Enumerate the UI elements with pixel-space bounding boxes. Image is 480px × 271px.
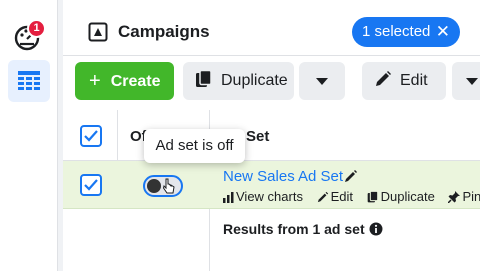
bar-chart-icon [223,192,234,203]
pencil-icon [376,71,391,86]
adset-name-link[interactable]: New Sales Ad Set [223,168,343,185]
edit-action[interactable]: Edit [317,189,353,204]
checkmark-icon [84,179,98,191]
checkmark-icon [84,130,98,142]
title-bar: Campaigns 1 selected ✕ [63,0,480,56]
notification-badge: 1 [27,19,46,38]
view-charts-label: View charts [236,189,303,204]
edit-button[interactable]: Edit [362,62,446,100]
edit-label: Edit [400,72,428,89]
create-button[interactable]: + Create [75,62,174,100]
toggle-knob [147,179,161,193]
column-header-ad-set[interactable]: Set [246,128,269,145]
selection-pill[interactable]: 1 selected ✕ [352,17,460,47]
campaign-folder-icon [88,22,108,42]
status-tooltip: Ad set is off [144,129,245,163]
duplicate-icon [367,190,378,203]
duplicate-icon [196,69,212,87]
duplicate-label: Duplicate [221,72,288,89]
selection-count-label: 1 selected [362,23,431,40]
select-all-checkbox[interactable] [80,125,102,147]
plus-icon: + [89,70,101,92]
create-label: Create [110,73,161,90]
adset-table: Of Set New Sales Ad Set View charts Edit… [63,110,480,271]
info-icon[interactable] [369,222,383,236]
hand-cursor-icon [163,178,175,194]
pin-action[interactable]: Pin [447,189,480,204]
rename-pencil-icon[interactable] [344,169,358,183]
results-summary-row: Results from 1 ad set [63,210,480,250]
edit-dropdown-button[interactable] [452,62,480,100]
duplicate-action-label: Duplicate [380,189,435,204]
chevron-down-icon [466,78,478,85]
duplicate-dropdown-button[interactable] [299,62,345,100]
pencil-icon [317,191,328,203]
main-panel: Campaigns 1 selected ✕ + Create Duplicate… [63,0,480,271]
page-title: Campaigns [118,22,210,41]
duplicate-button[interactable]: Duplicate [183,62,294,100]
toolbar: + Create Duplicate Edit [63,56,480,110]
table-header-row: Of Set [63,110,480,161]
row-checkbox[interactable] [80,174,102,196]
chevron-down-icon [316,78,328,85]
clear-selection-icon[interactable]: ✕ [436,17,450,47]
duplicate-action[interactable]: Duplicate [367,189,435,204]
table-icon [18,71,40,90]
pin-icon [447,191,461,204]
sidebar-item-ads-manager[interactable] [8,60,50,102]
pin-action-label: Pin [462,189,480,204]
edit-action-label: Edit [330,189,353,204]
table-row[interactable]: New Sales Ad Set View charts Edit Duplic… [63,161,480,209]
view-charts-action[interactable]: View charts [223,189,303,204]
left-sidebar: 1 [0,0,58,271]
results-summary: Results from 1 ad set [223,221,365,237]
row-actions: View charts Edit Duplicate Pin [223,189,480,204]
